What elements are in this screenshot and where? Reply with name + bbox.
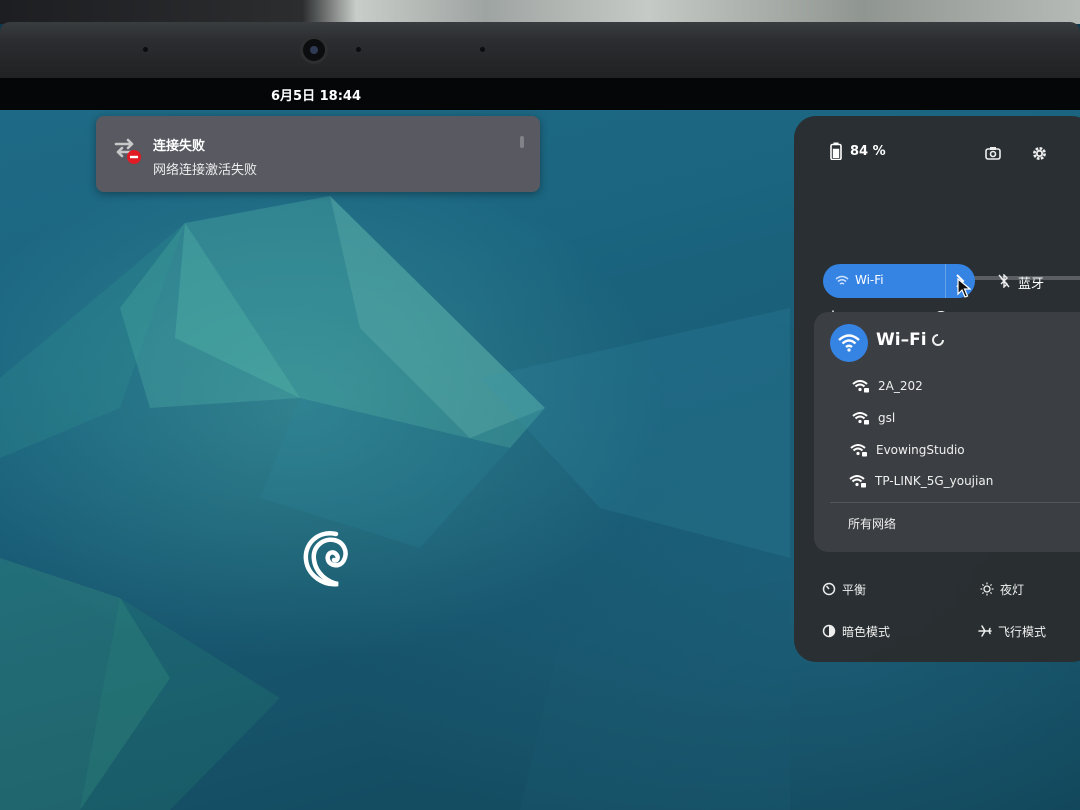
bezel-sensor	[143, 47, 148, 52]
network-ssid: gsl	[878, 411, 896, 425]
network-error-icon	[114, 138, 141, 164]
top-bar: 6月5日 18:44	[0, 78, 1080, 110]
network-item[interactable]: gsl	[852, 408, 895, 428]
airplane-icon	[978, 625, 992, 637]
mouse-pointer-icon	[957, 278, 971, 298]
wifi-toggle[interactable]: Wi-Fi	[823, 264, 975, 298]
power-profile-label: 平衡	[842, 582, 867, 597]
bezel-sensor	[356, 47, 361, 52]
quick-settings-panel: 84 % Wi-Fi 蓝牙 Wi–Fi 2A_202 gsl EvowingSt…	[794, 116, 1080, 662]
bluetooth-toggle-label: 蓝牙	[1018, 277, 1045, 292]
power-profile-toggle[interactable]: 平衡	[822, 578, 866, 600]
notification-close-button[interactable]	[520, 136, 524, 148]
laptop-bezel	[0, 22, 1080, 80]
wifi-secured-icon	[850, 444, 867, 457]
screen: 6月5日 18:44 连接失败 网络连接激活失败 84 % Wi-Fi 蓝牙 W…	[0, 78, 1080, 810]
bezel-sensor	[480, 47, 485, 52]
wifi-menu-title: Wi–Fi	[876, 330, 927, 350]
menu-divider	[830, 502, 1080, 503]
night-light-label: 夜灯	[1000, 582, 1025, 597]
notification-body: 网络连接激活失败	[153, 163, 258, 178]
battery-icon	[830, 142, 842, 160]
webcam	[300, 36, 328, 64]
lock-button[interactable]	[1066, 136, 1080, 170]
toggle-separator	[945, 264, 946, 298]
loading-spinner-icon	[932, 334, 944, 346]
settings-button[interactable]	[1022, 136, 1056, 170]
network-ssid: TP-LINK_5G_youjian	[875, 474, 994, 488]
wifi-menu: Wi–Fi 2A_202 gsl EvowingStudio TP-LINK_5…	[814, 312, 1080, 552]
desk-background	[0, 0, 1080, 24]
dark-mode-icon	[822, 624, 836, 638]
wifi-secured-icon	[852, 380, 869, 393]
dark-mode-toggle[interactable]: 暗色模式	[822, 620, 890, 642]
airplane-mode-label: 飞行模式	[998, 624, 1047, 639]
screenshot-button[interactable]	[976, 136, 1010, 170]
night-light-toggle[interactable]: 夜灯	[980, 578, 1024, 600]
gear-icon	[1032, 146, 1046, 160]
notification-banner[interactable]: 连接失败 网络连接激活失败	[96, 116, 540, 192]
debian-logo	[303, 531, 348, 587]
camera-icon	[985, 147, 1001, 160]
battery-indicator: 84 %	[830, 138, 886, 164]
wifi-secured-icon	[852, 412, 869, 425]
dark-mode-label: 暗色模式	[842, 624, 891, 639]
bluetooth-toggle[interactable]: 蓝牙	[990, 264, 1080, 298]
wifi-menu-icon	[830, 324, 868, 362]
wifi-icon	[835, 275, 849, 285]
power-profile-icon	[822, 582, 836, 596]
network-ssid: EvowingStudio	[876, 443, 965, 457]
network-ssid: 2A_202	[878, 379, 923, 393]
network-item[interactable]: TP-LINK_5G_youjian	[849, 471, 993, 491]
all-networks-button[interactable]: 所有网络	[848, 515, 896, 532]
bluetooth-disabled-icon	[998, 274, 1010, 288]
wifi-icon	[838, 334, 860, 352]
clock[interactable]: 6月5日 18:44	[0, 78, 632, 110]
wifi-toggle-label: Wi-Fi	[855, 273, 884, 287]
battery-percentage: 84 %	[850, 143, 886, 159]
wifi-secured-icon	[849, 475, 866, 488]
network-item[interactable]: EvowingStudio	[850, 440, 965, 460]
night-light-icon	[980, 582, 994, 596]
notification-title: 连接失败	[153, 139, 206, 154]
airplane-mode-toggle[interactable]: 飞行模式	[978, 620, 1046, 642]
network-item[interactable]: 2A_202	[852, 376, 923, 396]
